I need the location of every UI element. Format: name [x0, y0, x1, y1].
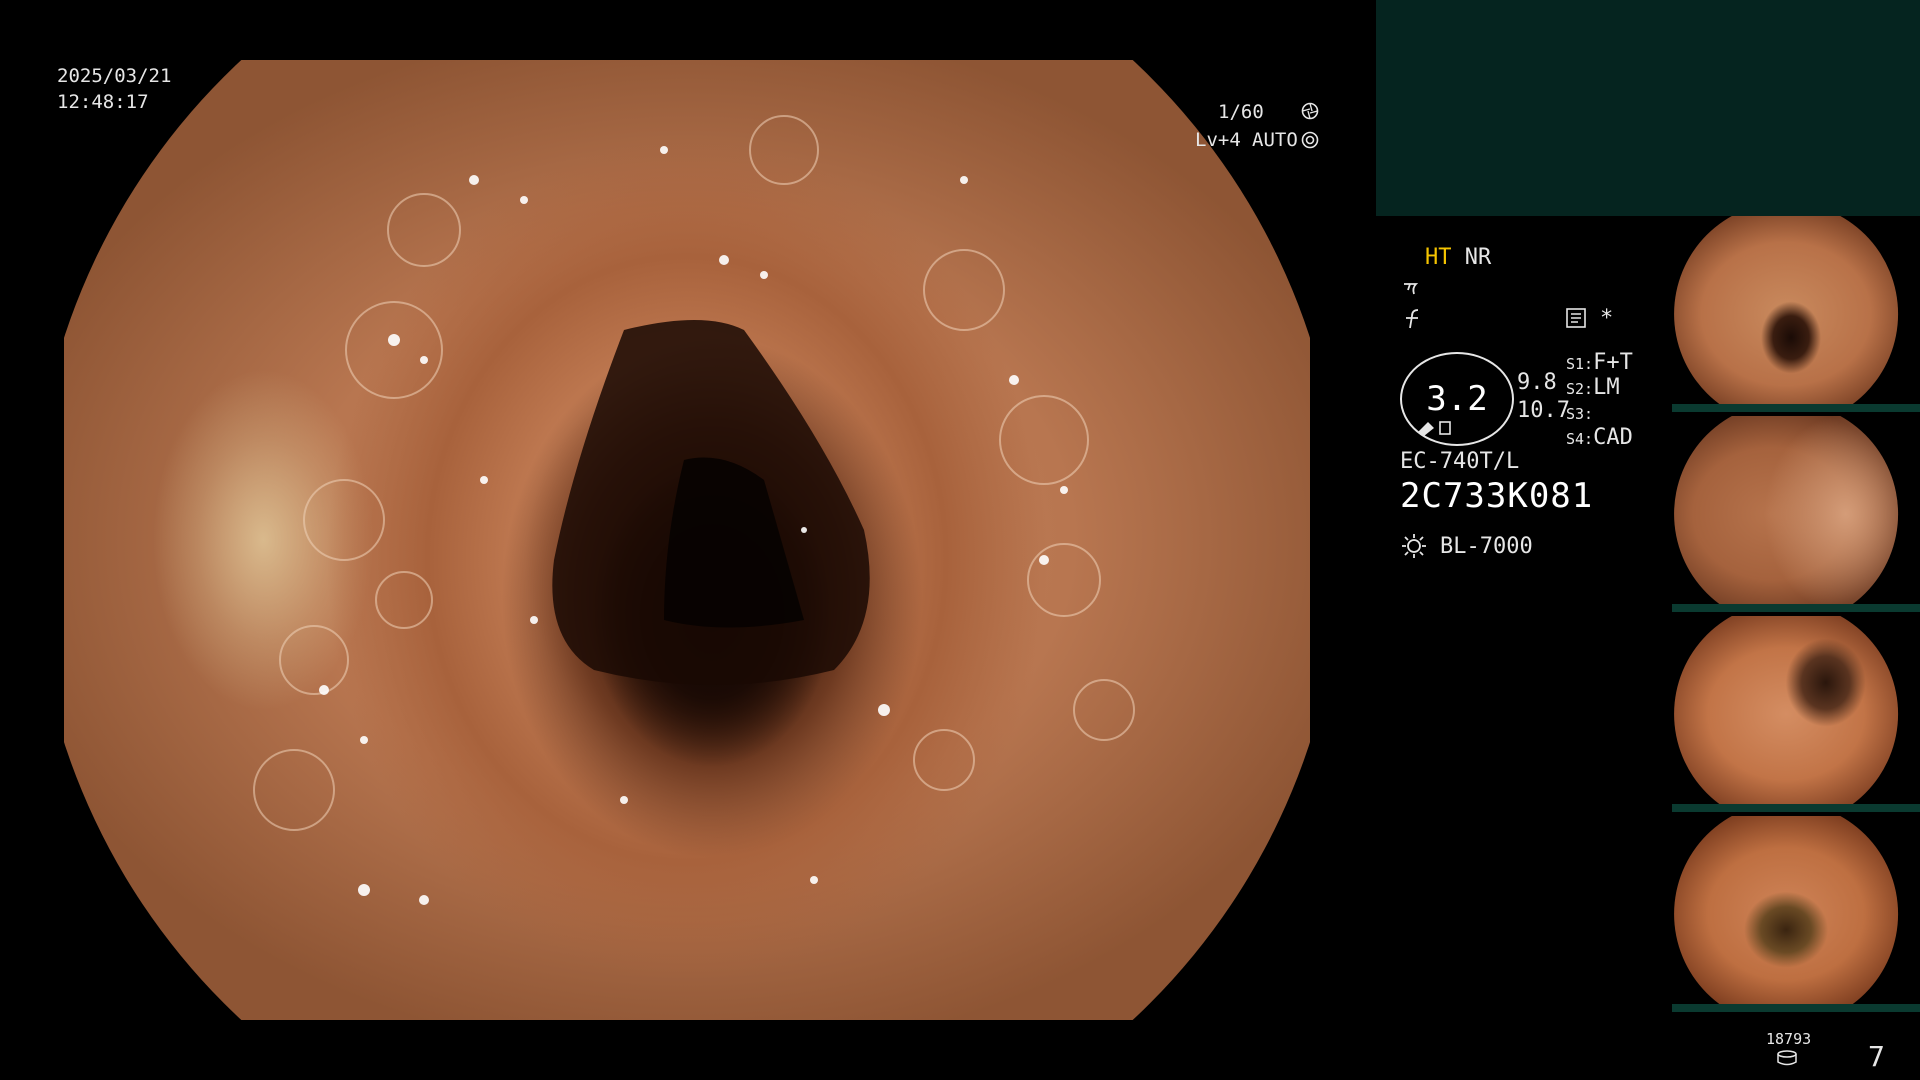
record-icon — [1566, 308, 1586, 328]
scope-model: EC-740T/L — [1400, 449, 1520, 474]
switch-s1: S1:F+T — [1566, 350, 1633, 375]
storage-disk-icon — [1776, 1050, 1798, 1066]
shutter-label: 1/60 — [1218, 101, 1264, 123]
thumbnail-2[interactable] — [1672, 416, 1920, 612]
light-source-icon — [1400, 532, 1428, 560]
level-label: Lv+4 — [1195, 129, 1241, 151]
thumbnail-2-image — [1674, 416, 1899, 612]
thumbnail-1-bar — [1672, 404, 1920, 412]
lumen-graphic — [253, 115, 1135, 905]
switch-s3: S3: — [1566, 405, 1594, 423]
endoscope-main-view — [64, 60, 1310, 1020]
switch-list: S1:F+T S2:LM S3: S4:CAD — [1566, 350, 1686, 450]
iris-icon — [1301, 131, 1319, 149]
nr-label: NR — [1464, 245, 1492, 270]
thumbnail-4-image — [1674, 816, 1899, 1012]
thumbnail-3[interactable] — [1672, 616, 1920, 812]
zoom-value: 3.2 — [1426, 379, 1488, 419]
thumbnail-4[interactable] — [1672, 816, 1920, 1012]
thumbnail-1-image — [1674, 216, 1899, 412]
thumbnail-3-bar — [1672, 804, 1920, 812]
structure-enhance-icon — [1402, 278, 1426, 298]
value-a: 9.8 — [1517, 370, 1557, 395]
image-count: 7 — [1868, 1040, 1885, 1073]
switch-s4: S4:CAD — [1566, 425, 1633, 450]
aperture-icon — [1301, 102, 1319, 120]
zoom-marker-icon — [1416, 418, 1456, 436]
auto-mode-label: AUTO — [1252, 129, 1298, 151]
light-source-label: BL-7000 — [1440, 534, 1533, 559]
date-label: 2025/03/21 — [57, 65, 172, 87]
value-b: 10.7 — [1517, 398, 1570, 423]
asterisk-label: * — [1600, 306, 1614, 331]
switch-s2: S2:LM — [1566, 375, 1620, 400]
scope-serial: 2C733K081 — [1400, 476, 1594, 516]
thumbnail-2-bar — [1672, 604, 1920, 612]
panel-ht-nr: HT NR — [1425, 245, 1491, 270]
ht-label: HT — [1425, 245, 1452, 270]
time-label: 12:48:17 — [57, 91, 149, 113]
storage-count: 18793 — [1766, 1030, 1812, 1048]
thumbnail-4-bar — [1672, 1004, 1920, 1012]
thumbnail-1[interactable] — [1672, 216, 1920, 412]
thumbnail-3-image — [1674, 616, 1899, 812]
color-enhance-icon — [1402, 308, 1426, 330]
info-dark-box — [1376, 0, 1920, 216]
